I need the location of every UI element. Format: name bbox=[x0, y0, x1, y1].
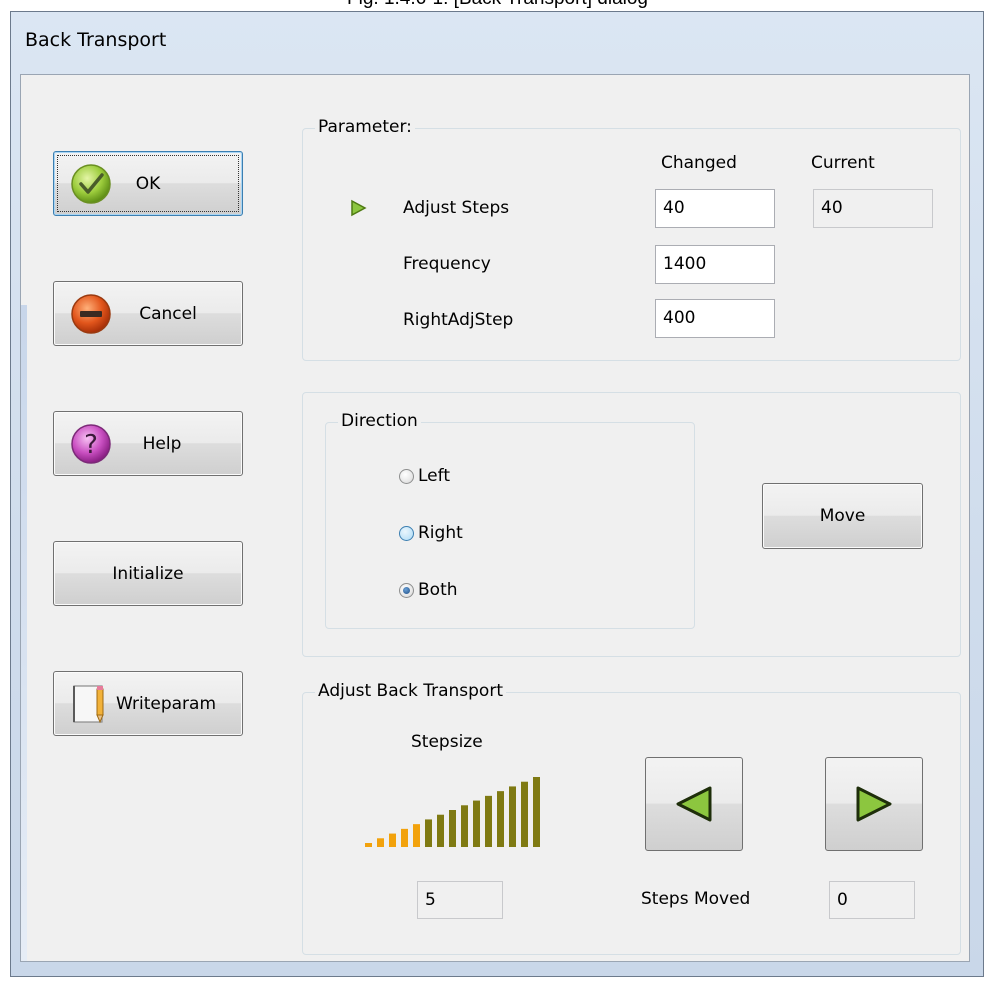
stepsize-bar[interactable] bbox=[425, 819, 432, 847]
writeparam-button[interactable]: Writeparam bbox=[53, 671, 243, 736]
stepsize-bar[interactable] bbox=[521, 781, 528, 847]
direction-group-label: Direction bbox=[338, 411, 421, 431]
current-row-arrow-icon bbox=[351, 199, 367, 217]
svg-text:?: ? bbox=[84, 430, 98, 460]
stepsize-value-field: 5 bbox=[417, 881, 503, 919]
move-button[interactable]: Move bbox=[762, 483, 923, 549]
step-right-button[interactable] bbox=[825, 757, 923, 851]
stepsize-bar[interactable] bbox=[461, 805, 468, 847]
steps-moved-label: Steps Moved bbox=[641, 889, 751, 909]
stepsize-bar[interactable] bbox=[449, 810, 456, 847]
radio-right[interactable]: Right bbox=[399, 523, 463, 543]
radio-both-dot[interactable] bbox=[399, 582, 414, 598]
radio-left-label: Left bbox=[418, 466, 450, 486]
help-label: Help bbox=[142, 433, 182, 454]
changed-column-header: Changed bbox=[661, 153, 737, 173]
stepsize-label: Stepsize bbox=[411, 732, 483, 752]
stepsize-bar[interactable] bbox=[497, 791, 504, 847]
radio-left-dot[interactable] bbox=[399, 468, 414, 484]
cancel-label: Cancel bbox=[139, 303, 197, 324]
decorative-edge bbox=[21, 305, 27, 961]
initialize-button[interactable]: Initialize bbox=[53, 541, 243, 606]
stepsize-bar[interactable] bbox=[437, 814, 444, 847]
stepsize-bar[interactable] bbox=[509, 786, 516, 847]
dialog-window: Back Transport OK Cancel ? Help Initiali… bbox=[10, 11, 984, 977]
dialog-client-area: OK Cancel ? Help Initialize Writeparam P… bbox=[20, 74, 970, 962]
ok-button[interactable]: OK bbox=[53, 151, 243, 216]
stepsize-bar[interactable] bbox=[365, 843, 372, 847]
right-adj-step-changed-input[interactable]: 400 bbox=[655, 299, 775, 338]
help-button[interactable]: ? Help bbox=[53, 411, 243, 476]
frequency-label: Frequency bbox=[403, 254, 491, 274]
direction-group: Direction bbox=[325, 411, 695, 629]
step-left-button[interactable] bbox=[645, 757, 743, 851]
adjust-steps-current-field: 40 bbox=[813, 189, 933, 228]
stepsize-bar[interactable] bbox=[413, 824, 420, 847]
radio-left[interactable]: Left bbox=[399, 466, 450, 486]
move-label: Move bbox=[819, 506, 866, 526]
checkmark-icon bbox=[71, 163, 111, 204]
writeparam-label: Writeparam bbox=[115, 693, 217, 714]
notebook-pencil-icon bbox=[73, 684, 104, 723]
stepsize-bar[interactable] bbox=[389, 833, 396, 847]
parameter-group-label: Parameter: bbox=[315, 117, 415, 137]
steps-moved-value-field: 0 bbox=[829, 881, 915, 919]
right-arrow-icon bbox=[856, 786, 892, 822]
ok-label: OK bbox=[135, 173, 161, 194]
figure-caption: Fig. 1.4.6-1: [Back Transport] dialog bbox=[0, 0, 995, 10]
adjust-steps-label: Adjust Steps bbox=[403, 198, 510, 218]
stepsize-bar[interactable] bbox=[473, 800, 480, 847]
stepsize-bar[interactable] bbox=[401, 828, 408, 847]
current-column-header: Current bbox=[811, 153, 875, 173]
initialize-label: Initialize bbox=[112, 563, 184, 584]
stepsize-bar[interactable] bbox=[485, 795, 492, 847]
radio-both-label: Both bbox=[418, 580, 458, 600]
radio-both[interactable]: Both bbox=[399, 580, 458, 600]
right-adj-step-label: RightAdjStep bbox=[403, 310, 514, 330]
stepsize-bar[interactable] bbox=[533, 777, 540, 847]
adjust-steps-changed-input[interactable]: 40 bbox=[655, 189, 775, 228]
stepsize-level-indicator[interactable] bbox=[365, 775, 555, 847]
help-icon: ? bbox=[71, 423, 111, 464]
radio-right-label: Right bbox=[418, 523, 463, 543]
window-title: Back Transport bbox=[25, 29, 167, 51]
stepsize-bar[interactable] bbox=[377, 838, 384, 847]
radio-right-dot[interactable] bbox=[399, 525, 414, 541]
frequency-changed-input[interactable]: 1400 bbox=[655, 245, 775, 284]
adjust-back-transport-label: Adjust Back Transport bbox=[315, 681, 506, 701]
cancel-icon bbox=[71, 293, 111, 334]
left-arrow-icon bbox=[676, 786, 712, 822]
cancel-button[interactable]: Cancel bbox=[53, 281, 243, 346]
